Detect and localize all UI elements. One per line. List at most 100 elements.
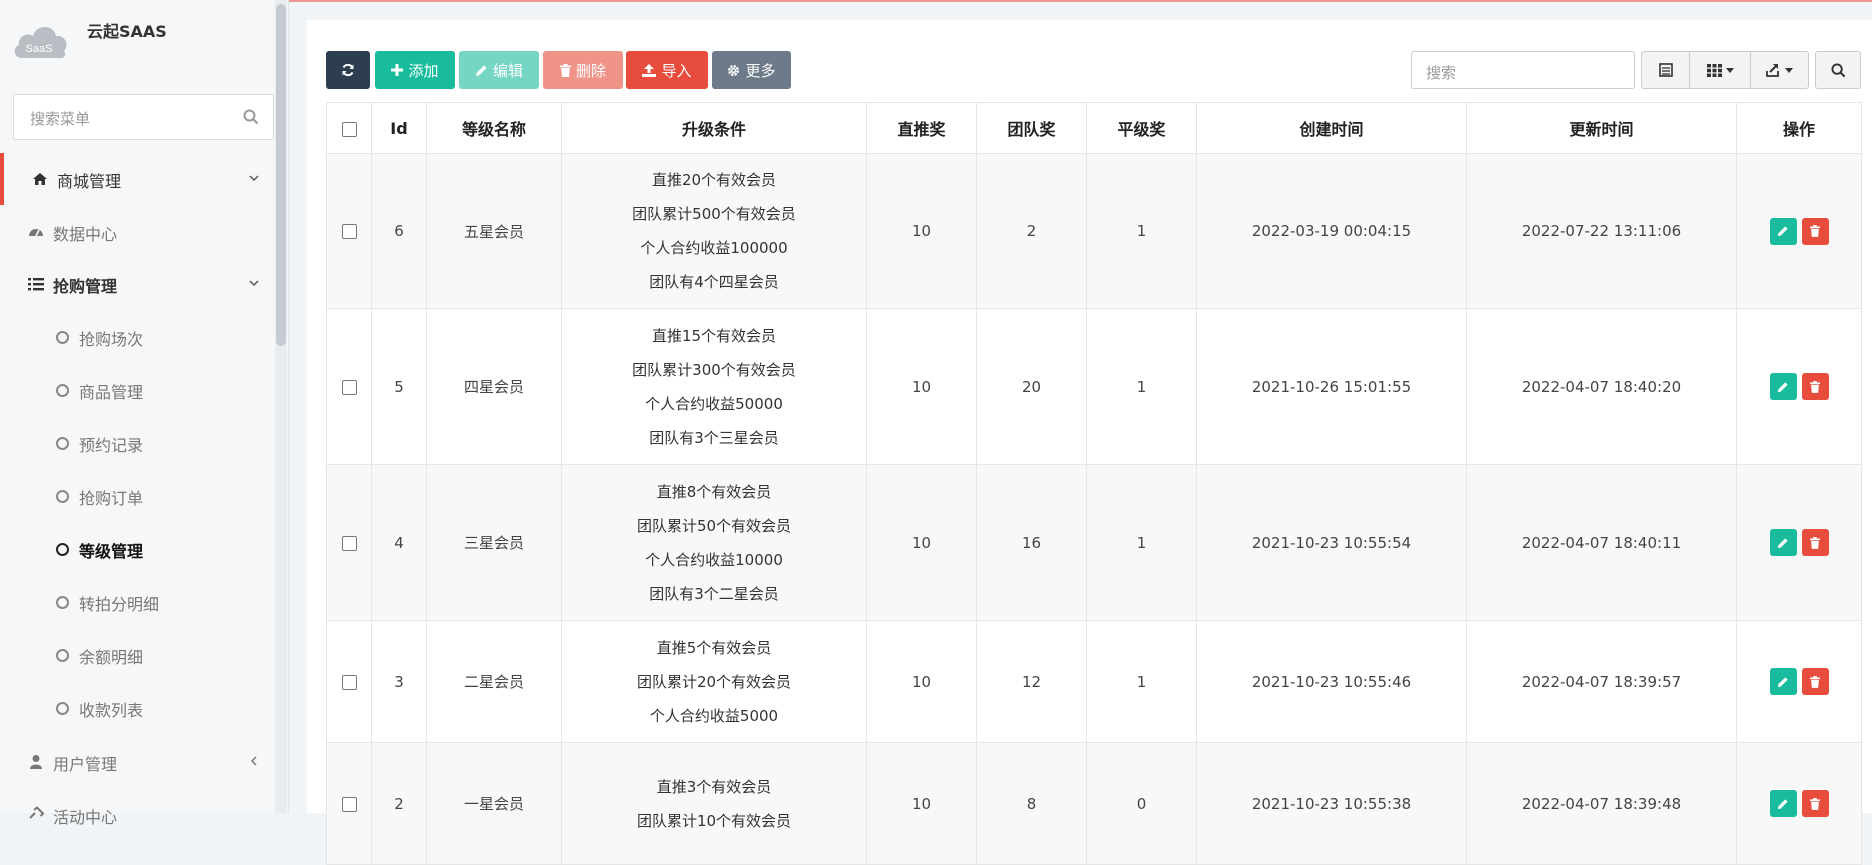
- sidebar: SaaS 云起SAAS 搜索菜单 商城管理 数据中心 抢购管理 抢购场次 商品管…: [0, 0, 289, 827]
- cell-updated: 2022-07-22 13:11:06: [1466, 153, 1737, 309]
- row-delete-button[interactable]: [1801, 217, 1829, 245]
- cell-direct-bonus: 10: [866, 153, 977, 309]
- circle-icon: [56, 649, 69, 662]
- trash-icon: [1810, 675, 1820, 688]
- export-button[interactable]: [1751, 52, 1808, 88]
- cell-updated: 2022-04-07 18:39:48: [1466, 742, 1737, 865]
- circle-icon: [56, 384, 69, 397]
- advanced-search-button[interactable]: [1815, 51, 1861, 89]
- sidebar-subitem-balance[interactable]: 余额明细: [0, 629, 275, 681]
- cell-level-name: 三星会员: [426, 464, 562, 621]
- sidebar-subitem-orders[interactable]: 抢购订单: [0, 470, 275, 522]
- sidebar-scrollbar-thumb[interactable]: [276, 4, 286, 346]
- delete-button[interactable]: 删除: [543, 51, 623, 89]
- cell-actions: [1736, 464, 1862, 621]
- column-header-id[interactable]: Id: [371, 102, 427, 154]
- row-checkbox[interactable]: [341, 535, 357, 551]
- trash-icon: [1810, 380, 1820, 393]
- columns-button[interactable]: [1690, 52, 1751, 88]
- cell-direct-bonus: 10: [866, 308, 977, 465]
- row-checkbox[interactable]: [341, 796, 357, 812]
- grid-icon: [1706, 63, 1722, 77]
- row-edit-button[interactable]: [1769, 668, 1797, 695]
- cell-team-bonus: 2: [976, 153, 1087, 309]
- row-delete-button[interactable]: [1801, 529, 1829, 556]
- cell-peer-bonus: 1: [1086, 308, 1197, 465]
- toggle-view-button[interactable]: [1642, 52, 1691, 88]
- cell-created: 2021-10-26 15:01:55: [1196, 308, 1467, 465]
- saas-cloud-logo: SaaS: [14, 27, 67, 59]
- chevron-down-icon: [249, 175, 259, 182]
- pencil-icon: [1777, 226, 1788, 237]
- sidebar-subitem-label: 抢购订单: [79, 489, 144, 508]
- sidebar-subitem-payments[interactable]: 收款列表: [0, 682, 275, 734]
- condition-line: 团队有4个四星会员: [649, 273, 779, 291]
- row-checkbox[interactable]: [341, 224, 357, 239]
- condition-line: 直推8个有效会员: [656, 482, 772, 501]
- circle-icon: [56, 331, 69, 344]
- row-select-cell: [326, 464, 372, 621]
- column-header-updated[interactable]: 更新时间: [1466, 102, 1737, 154]
- row-delete-button[interactable]: [1801, 668, 1829, 695]
- column-header-peer-bonus[interactable]: 平级奖: [1086, 102, 1197, 154]
- caret-down-icon: [1784, 67, 1793, 73]
- home-icon: [33, 173, 47, 185]
- cell-direct-bonus: 10: [866, 464, 977, 621]
- row-checkbox[interactable]: [341, 379, 357, 395]
- export-icon: [1765, 64, 1779, 77]
- trash-icon: [559, 63, 571, 77]
- condition-line: 个人合约收益50000: [645, 394, 783, 413]
- column-header-created[interactable]: 创建时间: [1196, 102, 1467, 154]
- link-icon: [29, 806, 45, 819]
- import-button[interactable]: 导入: [626, 51, 708, 89]
- refresh-button[interactable]: [326, 51, 370, 89]
- column-header-team-bonus[interactable]: 团队奖: [976, 102, 1087, 154]
- row-delete-button[interactable]: [1801, 373, 1829, 400]
- sidebar-item-label: 用户管理: [53, 755, 118, 774]
- add-button[interactable]: 添加: [375, 51, 455, 89]
- menu-search-input[interactable]: 搜索菜单: [13, 94, 274, 140]
- sidebar-item-mall[interactable]: 商城管理: [0, 153, 275, 205]
- sidebar-item-data-center[interactable]: 数据中心: [0, 206, 275, 258]
- chevron-down-icon: [249, 280, 259, 287]
- sidebar-item-flash-sale[interactable]: 抢购管理: [0, 258, 275, 310]
- more-button[interactable]: 更多: [712, 51, 791, 89]
- condition-line: 个人合约收益100000: [640, 239, 788, 257]
- column-header-level-name[interactable]: 等级名称: [426, 102, 562, 154]
- column-header-conditions[interactable]: 升级条件: [561, 102, 867, 154]
- pencil-icon: [475, 65, 487, 76]
- row-edit-button[interactable]: [1769, 373, 1797, 400]
- column-header-direct-bonus[interactable]: 直推奖: [866, 102, 977, 154]
- app-title: 云起SAAS: [87, 22, 167, 41]
- edit-button[interactable]: 编辑: [459, 51, 539, 89]
- table-search-placeholder: 搜索: [1426, 64, 1457, 82]
- sidebar-subitem-reservations[interactable]: 预约记录: [0, 417, 275, 469]
- condition-line: 直推15个有效会员: [651, 326, 777, 345]
- cell-id: 3: [371, 620, 427, 743]
- cell-conditions: 直推15个有效会员 团队累计300个有效会员 个人合约收益50000 团队有3个…: [561, 308, 867, 465]
- edit-button-label: 编辑: [492, 61, 523, 80]
- chevron-left-icon: [250, 756, 257, 766]
- select-all-checkbox[interactable]: [341, 121, 357, 137]
- sidebar-subitem-resale-points[interactable]: 转拍分明细: [0, 576, 275, 628]
- cell-updated: 2022-04-07 18:39:57: [1466, 620, 1737, 743]
- row-checkbox[interactable]: [341, 674, 357, 690]
- add-button-label: 添加: [408, 61, 439, 80]
- sidebar-item-activity[interactable]: 活动中心: [0, 789, 275, 841]
- row-edit-button[interactable]: [1769, 217, 1797, 245]
- condition-line: 直推3个有效会员: [656, 777, 772, 796]
- cell-direct-bonus: 10: [866, 620, 977, 743]
- plus-icon: [391, 64, 404, 76]
- sidebar-subitem-sessions[interactable]: 抢购场次: [0, 311, 275, 363]
- cell-peer-bonus: 1: [1086, 620, 1197, 743]
- sidebar-subitem-label: 抢购场次: [79, 330, 144, 349]
- row-edit-button[interactable]: [1769, 529, 1797, 556]
- list-icon: [28, 278, 44, 291]
- cell-peer-bonus: 1: [1086, 153, 1197, 309]
- cell-updated: 2022-04-07 18:40:20: [1466, 308, 1737, 465]
- sidebar-subitem-products[interactable]: 商品管理: [0, 364, 275, 416]
- sidebar-item-users[interactable]: 用户管理: [0, 736, 275, 788]
- circle-icon: [56, 543, 69, 556]
- sidebar-subitem-levels[interactable]: 等级管理: [0, 523, 275, 575]
- table-search-input[interactable]: 搜索: [1411, 51, 1635, 89]
